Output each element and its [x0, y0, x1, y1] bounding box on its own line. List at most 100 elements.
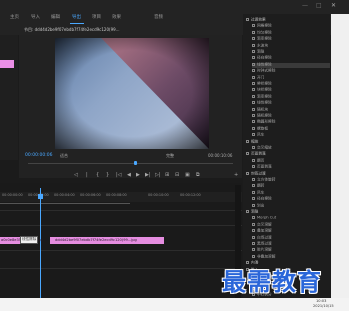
- effects-row-label: 径向擦除: [257, 55, 272, 60]
- source-clip-thumb[interactable]: [0, 60, 14, 68]
- effects-item[interactable]: 叠加溶解: [252, 229, 330, 234]
- effects-folder[interactable]: 缩放: [246, 139, 324, 145]
- effects-item[interactable]: 页面剥落: [252, 165, 330, 170]
- effects-item[interactable]: 黑场过渡: [252, 242, 330, 247]
- effect-icon: [252, 50, 255, 53]
- effects-item[interactable]: 立方体旋转: [252, 178, 330, 183]
- vertical-scrollbar[interactable]: [331, 14, 349, 311]
- effect-icon: [252, 82, 255, 85]
- mark-in-button[interactable]: ◁: [74, 173, 78, 178]
- track-divider: [0, 268, 242, 269]
- effect-icon: [252, 165, 255, 169]
- effects-folder[interactable]: 过渡效果: [246, 18, 324, 23]
- maximize-button[interactable]: □: [316, 2, 322, 9]
- effects-item[interactable]: 均匀擦除: [252, 30, 330, 36]
- effects-item[interactable]: 网格擦除: [252, 24, 330, 29]
- effects-row-label: 风车: [257, 132, 265, 137]
- menu-item-export[interactable]: 导出: [72, 15, 81, 21]
- timeline-playhead[interactable]: [40, 188, 41, 311]
- effects-row-label: 风车: [257, 190, 265, 195]
- effects-item[interactable]: 线性擦除: [252, 101, 330, 106]
- reverse-button[interactable]: ◀: [127, 173, 131, 178]
- effects-item[interactable]: 螺旋框: [252, 126, 330, 132]
- folder-icon: [246, 210, 249, 213]
- fit-dropdown[interactable]: 适合: [60, 154, 68, 158]
- step-forward-button[interactable]: ▶|: [145, 173, 151, 178]
- menu-item-import[interactable]: 导入: [31, 15, 40, 21]
- quality-dropdown[interactable]: 完整: [166, 154, 174, 158]
- effects-item[interactable]: 风车: [252, 133, 330, 138]
- effects-item[interactable]: 交叉溶解: [252, 222, 330, 228]
- effects-row-label: 帶状擦除: [257, 81, 272, 86]
- effects-item[interactable]: 划出: [252, 203, 330, 209]
- effects-item[interactable]: 线性擦除: [252, 62, 330, 68]
- effects-folder[interactable]: 渐隐: [246, 210, 324, 215]
- effects-item[interactable]: 非叠加溶解: [252, 254, 330, 260]
- menu-item-edit[interactable]: 编辑: [51, 15, 60, 21]
- effects-item[interactable]: 风车: [252, 190, 330, 196]
- effects-item[interactable]: 帶状擦除: [252, 82, 330, 87]
- effects-row-label: 交叉溶解: [257, 222, 272, 227]
- effects-item[interactable]: 时钟式擦除: [252, 69, 330, 74]
- go-to-out-button[interactable]: }: [106, 173, 109, 178]
- menu-item-home[interactable]: 主页: [10, 15, 19, 21]
- effects-item[interactable]: 白场过渡: [252, 235, 330, 241]
- effects-row-label: Morph Cut: [257, 215, 277, 220]
- menu-item-audio[interactable]: 音频: [154, 15, 163, 21]
- effects-item[interactable]: Morph Cut: [252, 216, 330, 221]
- effects-item[interactable]: 翻页: [252, 158, 330, 164]
- effects-item[interactable]: 水波块: [252, 43, 330, 49]
- effects-row-label: 封签过渡: [251, 171, 266, 176]
- go-to-end-button[interactable]: ▷|: [155, 173, 161, 178]
- export-frame-button[interactable]: ▣: [185, 173, 190, 178]
- effects-item[interactable]: 渐变擦除: [252, 37, 330, 42]
- monitor-playhead[interactable]: [134, 161, 137, 165]
- effects-item[interactable]: 开门: [252, 75, 330, 81]
- effects-item[interactable]: 块状擦除: [252, 88, 330, 93]
- folder-icon: [246, 152, 249, 156]
- effects-item[interactable]: 翻转: [252, 184, 330, 189]
- effects-item[interactable]: 渐隐: [252, 50, 330, 55]
- duration-timecode: 00:00:10:06: [208, 153, 233, 158]
- effect-icon: [252, 75, 255, 79]
- effects-row-label: 螺旋框: [257, 126, 269, 131]
- go-to-in-button[interactable]: {: [96, 173, 99, 178]
- effect-icon: [252, 216, 255, 220]
- effects-row-label: 径向擦除: [257, 196, 272, 201]
- add-button[interactable]: +: [234, 173, 238, 178]
- effects-row-label: 椭圆形擦除: [257, 119, 276, 124]
- effects-item[interactable]: 径向擦除: [252, 197, 330, 202]
- effects-item[interactable]: 随机擦除: [252, 114, 330, 119]
- folder-icon: [246, 171, 249, 175]
- insert-button[interactable]: ⊞: [165, 173, 169, 178]
- effect-icon: [252, 254, 255, 258]
- effects-folder[interactable]: 页面剥落: [246, 152, 324, 157]
- effects-item[interactable]: 渐变擦除: [252, 94, 330, 100]
- effects-row-label: 交叉缩放: [257, 145, 272, 150]
- minimize-button[interactable]: —: [302, 2, 308, 9]
- effects-item[interactable]: 椭圆形擦除: [252, 120, 330, 125]
- effects-item[interactable]: 交叉缩放: [252, 146, 330, 151]
- effects-row-label: 随机块: [257, 107, 269, 112]
- effects-row-label: 翻页: [257, 158, 265, 163]
- menu-item-project[interactable]: 项目: [92, 15, 101, 21]
- menu-item-effects[interactable]: 效果: [112, 15, 121, 21]
- effects-row-label: 块状擦除: [257, 87, 272, 92]
- taskbar-date: 2021/10/15: [313, 304, 334, 308]
- monitor-scrubber[interactable]: [28, 163, 233, 164]
- comparison-view-button[interactable]: ⧉: [196, 173, 200, 178]
- current-timecode[interactable]: 00:00:00:06: [25, 153, 52, 159]
- effects-item[interactable]: 随机块: [252, 107, 330, 113]
- effects-folder[interactable]: 封签过渡: [246, 171, 324, 177]
- effects-item[interactable]: 胶片溶解: [252, 248, 330, 253]
- work-area-bar[interactable]: [0, 203, 130, 204]
- effects-row-label: 渐变擦除: [257, 94, 272, 99]
- mark-out-button[interactable]: |: [86, 173, 88, 178]
- ruler-label: 00:00:06:00: [80, 193, 101, 197]
- overwrite-button[interactable]: ⊟: [175, 173, 179, 178]
- step-back-button[interactable]: |◁: [116, 173, 122, 178]
- play-button[interactable]: ▶: [136, 173, 140, 178]
- ruler-label: 00:00:04:00: [54, 193, 75, 197]
- effects-item[interactable]: 径向擦除: [252, 56, 330, 61]
- close-button[interactable]: ✕: [331, 2, 336, 9]
